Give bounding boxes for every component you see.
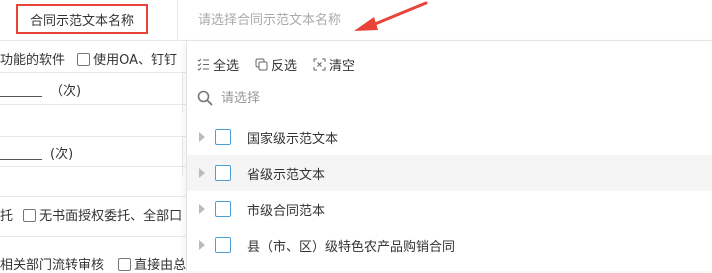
count-unit-1: （次) <box>50 84 82 99</box>
tree-item-county[interactable]: 县（市、区）级特色农产品购销合同 <box>187 227 712 263</box>
no-written-authorization-label: 无书面授权委托、全部口 <box>39 209 183 224</box>
list-check-icon <box>197 58 209 71</box>
tree-item-label: 县（市、区）级特色农产品购销合同 <box>247 239 456 255</box>
tree-item-municipal[interactable]: 市级合同范本 <box>187 191 712 227</box>
clear-button[interactable]: 清空 <box>313 54 355 74</box>
form-row-7: 相关部门流转审核 直接由总 <box>0 254 186 273</box>
form-row-divider <box>0 196 186 197</box>
caret-right-icon[interactable] <box>199 240 205 250</box>
no-written-authorization-checkbox[interactable]: 无书面授权委托、全部口 <box>23 209 182 224</box>
oa-checkbox[interactable]: 使用OA、钉钉 <box>77 53 177 68</box>
form-row-6-prefix: 托 <box>0 209 14 224</box>
tree-item-label: 国家级示范文本 <box>247 131 339 147</box>
tree-item-checkbox[interactable] <box>215 129 231 145</box>
tree-item-checkbox[interactable] <box>215 237 231 253</box>
clear-label: 清空 <box>329 58 356 74</box>
form-row-6: 托 无书面授权委托、全部口 <box>0 205 182 224</box>
tree-item-national[interactable]: 国家级示范文本 <box>187 119 712 155</box>
form-row-1-text: 功能的软件 <box>0 53 66 68</box>
caret-right-icon[interactable] <box>199 168 205 178</box>
caret-right-icon[interactable] <box>199 132 205 142</box>
invert-selection-button[interactable]: 反选 <box>255 54 297 74</box>
tree-item-checkbox[interactable] <box>215 201 231 217</box>
copy-icon <box>255 58 268 70</box>
count-field-2[interactable] <box>0 143 42 160</box>
select-all-button[interactable]: 全选 <box>197 54 239 74</box>
form-col-divider <box>182 72 183 112</box>
form-row-1: 功能的软件 使用OA、钉钉 <box>0 49 177 68</box>
tree-item-provincial[interactable]: 省级示范文本 <box>187 155 712 191</box>
dropdown-search-row <box>197 87 521 109</box>
form-row-divider <box>0 236 186 237</box>
form-row-divider <box>0 72 186 73</box>
count-unit-2: (次) <box>50 147 74 162</box>
template-dropdown-panel: 全选 反选 清空 国家级示范文本 省级示范文 <box>186 41 712 271</box>
annotation-arrow-icon <box>354 1 428 31</box>
dropdown-toolbar: 全选 反选 清空 <box>197 54 355 74</box>
search-icon <box>197 90 213 106</box>
oa-checkbox-label: 使用OA、钉钉 <box>93 53 178 68</box>
contract-template-select-input[interactable] <box>178 0 712 40</box>
form-row-divider <box>0 104 186 105</box>
form-row-divider <box>0 136 186 137</box>
form-col-divider <box>182 136 183 176</box>
select-all-label: 全选 <box>213 58 240 74</box>
invert-selection-label: 反选 <box>271 58 298 74</box>
tree-item-label: 省级示范文本 <box>247 167 326 183</box>
tree-item-label: 市级合同范本 <box>247 203 326 219</box>
clear-box-icon <box>313 58 326 70</box>
tree-item-checkbox[interactable] <box>215 165 231 181</box>
form-row-divider <box>0 166 186 167</box>
contract-template-name-label: 合同示范文本名称 <box>16 4 148 34</box>
count-field-1[interactable] <box>0 80 42 97</box>
dropdown-search-input[interactable] <box>221 90 521 106</box>
caret-right-icon[interactable] <box>199 204 205 214</box>
